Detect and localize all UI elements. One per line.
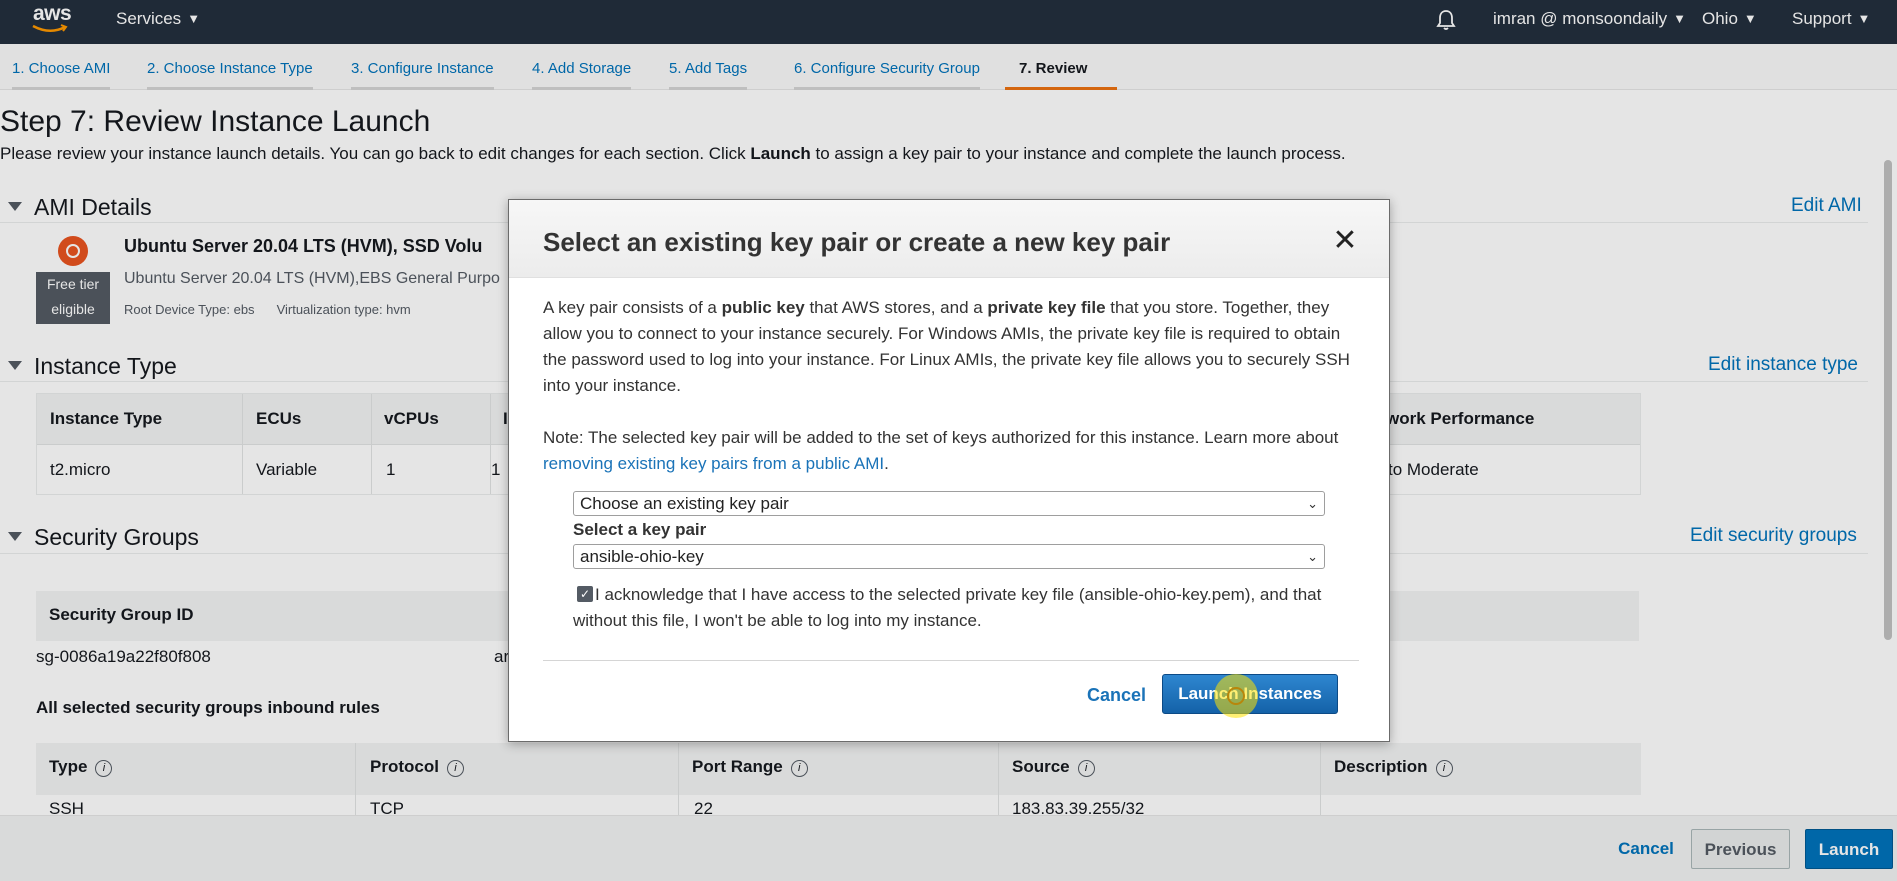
text: Note: The selected key pair will be adde… [543,428,1339,447]
acknowledge-checkbox[interactable]: ✓ [577,586,593,602]
chevron-down-icon: ⌄ [1307,549,1318,564]
text: A key pair consists of a [543,298,722,317]
divider [543,660,1359,661]
text: that AWS stores, and a [804,298,988,317]
bold-private-key-file: private key file [987,298,1106,317]
remove-key-pairs-link[interactable]: removing existing key pairs from a publi… [543,454,884,473]
modal-header: Select an existing key pair or create a … [509,200,1389,278]
launch-instances-button[interactable]: Launch Instances [1162,674,1338,714]
acknowledge-text: I acknowledge that I have access to the … [573,585,1322,630]
key-pair-mode-select[interactable]: Choose an existing key pair ⌄ [573,491,1325,516]
select-key-pair-label: Select a key pair [573,520,707,539]
key-pair-note: Note: The selected key pair will be adde… [543,425,1363,477]
close-icon[interactable]: ✕ [1330,226,1360,256]
selected-value: Choose an existing key pair [580,494,789,513]
text: . [884,454,889,473]
modal-cancel-button[interactable]: Cancel [1087,685,1146,706]
launch-instances-label: Launch Instances [1178,684,1322,703]
selected-value: ansible-ohio-key [580,547,704,566]
key-pair-select[interactable]: ansible-ohio-key ⌄ [573,544,1325,569]
chevron-down-icon: ⌄ [1307,496,1318,511]
key-pair-modal: Select an existing key pair or create a … [508,199,1390,742]
bold-public-key: public key [721,298,805,317]
key-pair-explanation: A key pair consists of a public key that… [543,295,1363,399]
modal-title: Select an existing key pair or create a … [543,227,1171,257]
